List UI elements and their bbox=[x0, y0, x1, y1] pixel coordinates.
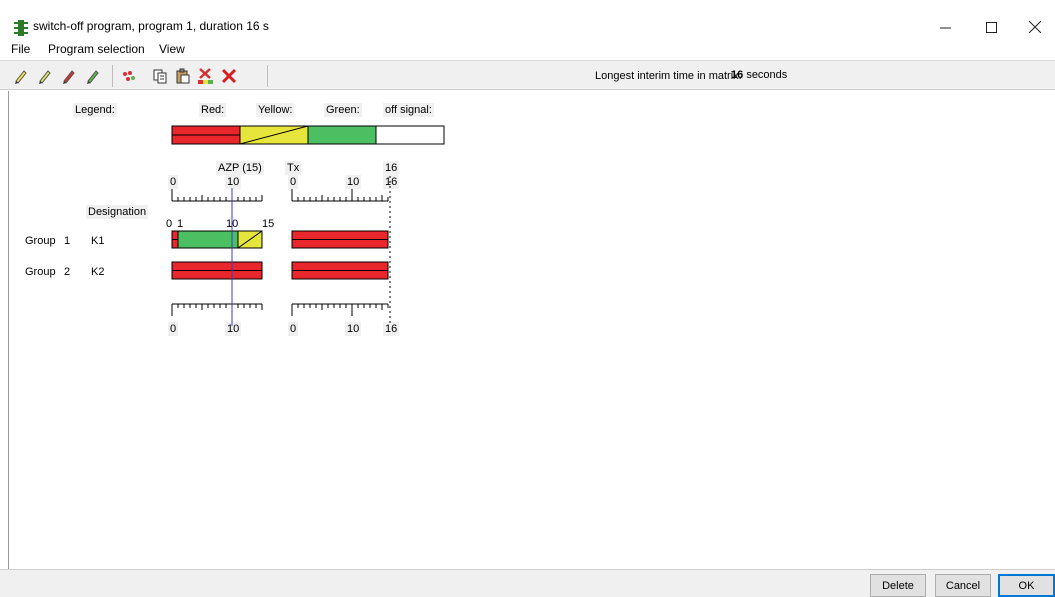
ok-button[interactable]: OK bbox=[998, 574, 1055, 597]
content-area bbox=[8, 91, 1055, 569]
top-left-tick-0: 0 bbox=[168, 175, 179, 189]
designation-label: Designation bbox=[86, 205, 149, 219]
bottom-left-tick-10: 10 bbox=[225, 322, 242, 336]
paste-button[interactable] bbox=[173, 65, 193, 87]
yellow-pencil-icon bbox=[15, 70, 27, 84]
green-pencil-button[interactable] bbox=[83, 65, 103, 87]
bottom-right-tick-16: 16 bbox=[383, 322, 400, 336]
maximize-icon bbox=[985, 21, 997, 33]
minimize-button[interactable] bbox=[922, 12, 968, 42]
group-2-number: 2 bbox=[64, 266, 71, 278]
group-1-number: 1 bbox=[64, 235, 71, 247]
group-2-name: K2 bbox=[91, 266, 105, 278]
paste-icon bbox=[176, 68, 190, 84]
red-pencil-button[interactable] bbox=[59, 65, 79, 87]
marker-tick-10: 10 bbox=[226, 218, 239, 230]
copy-button[interactable] bbox=[150, 65, 170, 87]
group-2-label: Group bbox=[25, 266, 56, 278]
yellow-green-pencil-button[interactable] bbox=[35, 65, 55, 87]
top-left-tick-10: 10 bbox=[225, 175, 242, 189]
legend-red-label: Red: bbox=[199, 103, 227, 117]
interim-time-value: 16 seconds bbox=[731, 69, 787, 81]
bottom-button-bar: Delete Cancel OK bbox=[0, 569, 1055, 597]
yellow-green-pencil-icon bbox=[39, 70, 51, 84]
bottom-right-tick-0: 0 bbox=[288, 322, 299, 336]
toolbar-separator bbox=[267, 65, 268, 87]
close-button[interactable] bbox=[1012, 12, 1055, 42]
top-right-tick-0: 0 bbox=[288, 175, 299, 189]
clear-icon bbox=[198, 68, 213, 84]
tx-label: Tx bbox=[285, 161, 302, 175]
legend-title: Legend: bbox=[73, 103, 117, 117]
delete-x-button[interactable] bbox=[219, 65, 239, 87]
group-1-name: K1 bbox=[91, 235, 105, 247]
group-1-label: Group bbox=[25, 235, 56, 247]
top-right-tick-16: 16 bbox=[383, 175, 400, 189]
title-bar: switch-off program, program 1, duration … bbox=[0, 0, 1055, 40]
green-pencil-icon bbox=[87, 70, 99, 84]
menu-file[interactable]: File bbox=[11, 42, 30, 56]
palette-button[interactable] bbox=[119, 65, 139, 87]
palette-icon bbox=[123, 71, 135, 81]
interim-time-unit: seconds bbox=[746, 69, 788, 81]
close-icon bbox=[1029, 21, 1041, 33]
minimize-icon bbox=[939, 27, 951, 28]
bottom-left-tick-0: 0 bbox=[168, 322, 179, 336]
marker-tick-15: 15 bbox=[262, 218, 275, 230]
menu-view[interactable]: View bbox=[159, 42, 185, 56]
toolbar-separator bbox=[112, 65, 113, 87]
legend-off-label: off signal: bbox=[383, 103, 434, 117]
traffic-light-icon bbox=[14, 20, 28, 36]
cancel-button[interactable]: Cancel bbox=[935, 574, 991, 597]
azp-label: AZP (15) bbox=[216, 161, 264, 175]
yellow-pencil-button[interactable] bbox=[11, 65, 31, 87]
interim-time-number: 16 bbox=[731, 69, 744, 81]
red-pencil-icon bbox=[63, 70, 75, 84]
menu-bar: File Program selection View bbox=[0, 40, 1055, 60]
bottom-right-tick-10: 10 bbox=[345, 322, 362, 336]
maximize-button[interactable] bbox=[968, 12, 1014, 42]
right-end-label: 16 bbox=[383, 161, 400, 175]
interim-time-label: Longest interim time in matrix: bbox=[595, 70, 742, 82]
legend-green-label: Green: bbox=[324, 103, 362, 117]
toolbar: Longest interim time in matrix: 16 secon… bbox=[0, 60, 1055, 90]
copy-icon bbox=[153, 69, 167, 84]
app-window: switch-off program, program 1, duration … bbox=[0, 0, 1055, 597]
delete-x-icon bbox=[221, 68, 237, 84]
top-right-tick-10: 10 bbox=[345, 175, 362, 189]
marker-tick-1: 1 bbox=[177, 218, 184, 230]
clear-button[interactable] bbox=[196, 65, 216, 87]
menu-program-selection[interactable]: Program selection bbox=[48, 42, 145, 56]
marker-tick-0: 0 bbox=[166, 218, 173, 230]
window-title: switch-off program, program 1, duration … bbox=[33, 19, 269, 33]
delete-button[interactable]: Delete bbox=[870, 574, 926, 597]
legend-yellow-label: Yellow: bbox=[256, 103, 295, 117]
